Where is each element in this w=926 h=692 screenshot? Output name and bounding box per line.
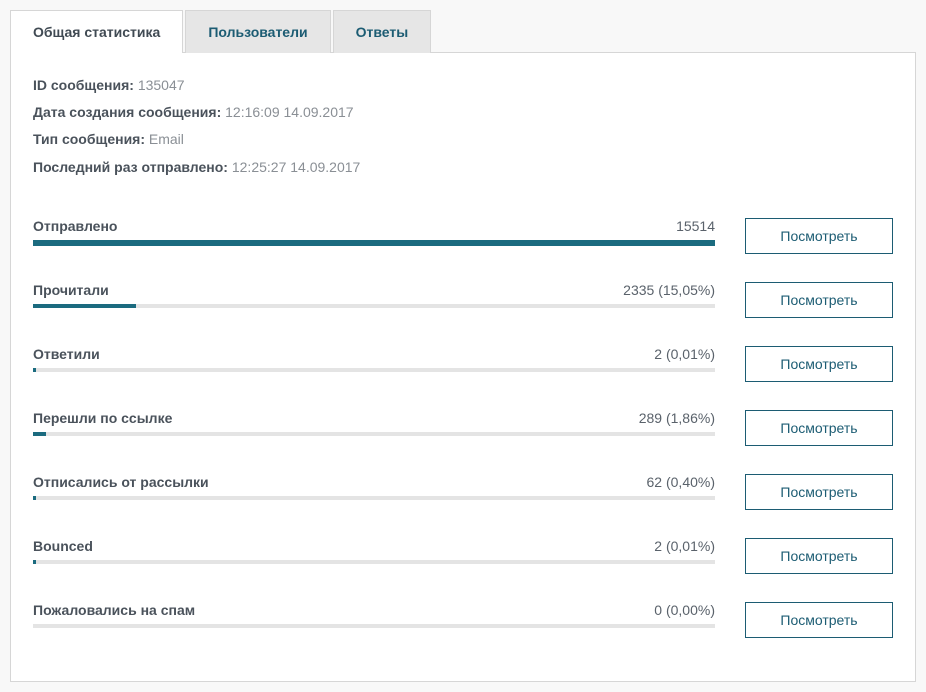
stat-value: 62 (0,40%): [647, 474, 715, 490]
stat-value: 2 (0,01%): [654, 346, 715, 362]
stat-value: 15514: [676, 218, 715, 234]
meta-type: Тип сообщения: Email: [33, 127, 893, 152]
stat-label: Пожаловались на спам: [33, 602, 195, 618]
progress-fill: [33, 560, 36, 564]
view-button[interactable]: Посмотреть: [745, 474, 893, 510]
stat-label: Отправлено: [33, 218, 117, 234]
view-button[interactable]: Посмотреть: [745, 602, 893, 638]
progress-fill: [33, 304, 136, 308]
progress-bar: [33, 240, 715, 246]
tab-label: Общая статистика: [33, 24, 160, 40]
view-button[interactable]: Посмотреть: [745, 218, 893, 254]
meta-created: Дата создания сообщения: 12:16:09 14.09.…: [33, 100, 893, 125]
tab-general-stats[interactable]: Общая статистика: [10, 10, 183, 53]
stats-list: Отправлено 15514 Посмотреть Прочитали 23…: [33, 218, 893, 638]
tab-answers[interactable]: Ответы: [333, 10, 432, 53]
meta-value: 12:16:09 14.09.2017: [225, 104, 353, 120]
stat-row-bounced: Bounced 2 (0,01%) Посмотреть: [33, 538, 893, 574]
stat-label: Отписались от рассылки: [33, 474, 209, 490]
stat-row-unsubscribed: Отписались от рассылки 62 (0,40%) Посмот…: [33, 474, 893, 510]
tabs-bar: Общая статистика Пользователи Ответы: [10, 10, 916, 53]
progress-bar: [33, 560, 715, 564]
stat-value: 0 (0,00%): [654, 602, 715, 618]
progress-bar: [33, 304, 715, 308]
view-button[interactable]: Посмотреть: [745, 538, 893, 574]
meta-label: ID сообщения:: [33, 77, 134, 93]
stat-row-replied: Ответили 2 (0,01%) Посмотреть: [33, 346, 893, 382]
progress-fill: [33, 432, 46, 436]
progress-fill: [33, 368, 36, 372]
stat-row-spam: Пожаловались на спам 0 (0,00%) Посмотрет…: [33, 602, 893, 638]
meta-label: Тип сообщения:: [33, 131, 145, 147]
stats-panel: ID сообщения: 135047 Дата создания сообщ…: [10, 52, 916, 682]
meta-label: Дата создания сообщения:: [33, 104, 221, 120]
stat-label: Прочитали: [33, 282, 109, 298]
stat-row-read: Прочитали 2335 (15,05%) Посмотреть: [33, 282, 893, 318]
meta-value: Email: [149, 131, 184, 147]
stat-label: Ответили: [33, 346, 100, 362]
progress-fill: [33, 496, 36, 500]
tab-label: Ответы: [356, 24, 409, 40]
stat-value: 289 (1,86%): [639, 410, 715, 426]
tab-label: Пользователи: [208, 24, 307, 40]
stat-label: Перешли по ссылке: [33, 410, 172, 426]
stat-value: 2335 (15,05%): [623, 282, 715, 298]
meta-label: Последний раз отправлено:: [33, 159, 228, 175]
progress-bar: [33, 368, 715, 372]
progress-fill: [33, 240, 715, 246]
view-button[interactable]: Посмотреть: [745, 346, 893, 382]
stat-label: Bounced: [33, 538, 93, 554]
message-meta: ID сообщения: 135047 Дата создания сообщ…: [33, 73, 893, 180]
progress-bar: [33, 624, 715, 628]
meta-value: 12:25:27 14.09.2017: [232, 159, 360, 175]
meta-value: 135047: [138, 77, 185, 93]
meta-message-id: ID сообщения: 135047: [33, 73, 893, 98]
stat-value: 2 (0,01%): [654, 538, 715, 554]
tab-users[interactable]: Пользователи: [185, 10, 330, 53]
progress-bar: [33, 496, 715, 500]
progress-bar: [33, 432, 715, 436]
view-button[interactable]: Посмотреть: [745, 282, 893, 318]
meta-last-sent: Последний раз отправлено: 12:25:27 14.09…: [33, 155, 893, 180]
stat-row-sent: Отправлено 15514 Посмотреть: [33, 218, 893, 254]
view-button[interactable]: Посмотреть: [745, 410, 893, 446]
stat-row-clicked: Перешли по ссылке 289 (1,86%) Посмотреть: [33, 410, 893, 446]
